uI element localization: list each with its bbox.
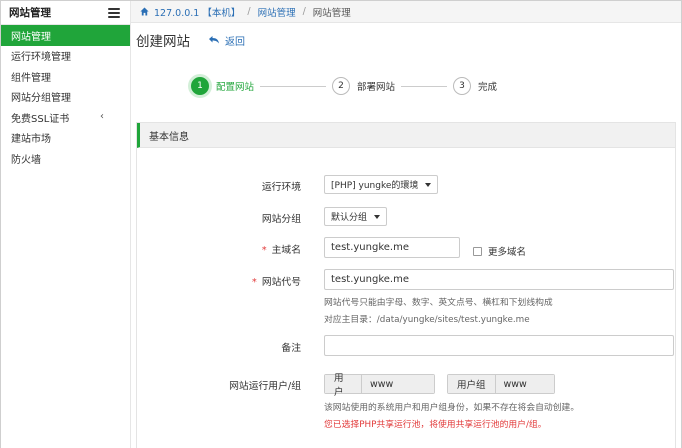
remark-label: 备注 xyxy=(281,343,301,354)
site-code-label-text: 网站代号 xyxy=(261,277,301,288)
caret-down-icon xyxy=(374,214,381,219)
site-root-hint: 对应主目录：/data/yungke/sites/test.yungke.me xyxy=(324,315,530,325)
more-domains-label: 更多域名 xyxy=(488,247,527,258)
remark-input[interactable] xyxy=(324,335,674,356)
group-input[interactable] xyxy=(495,375,554,393)
group-label: 网站分组 xyxy=(261,214,301,225)
more-domains-checkbox[interactable]: 更多域名 xyxy=(473,244,526,258)
run-user-label: 网站运行用户/组 xyxy=(229,381,301,392)
breadcrumb-host[interactable]: 127.0.0.1 【本机】 xyxy=(154,5,240,19)
step-configure: 1 配置网站 xyxy=(191,77,254,95)
sidebar-item-components[interactable]: 组件管理 xyxy=(1,66,130,87)
user-input[interactable] xyxy=(362,375,434,393)
sidebar-item-ssl[interactable]: 免费SSL证书 ‹ xyxy=(1,107,130,128)
user-field: 用户 xyxy=(324,373,435,398)
step-number: 3 xyxy=(453,77,472,95)
runtime-label: 运行环境 xyxy=(261,182,301,193)
step-number: 2 xyxy=(332,77,351,95)
breadcrumb-section[interactable]: 网站管理 xyxy=(258,5,296,19)
site-code-input[interactable] xyxy=(324,269,674,290)
domain-label-text: 主域名 xyxy=(271,245,301,256)
sidebar-item-site-groups[interactable]: 网站分组管理 xyxy=(1,87,130,108)
sidebar-title: 网站管理 xyxy=(9,7,51,19)
group-prefix: 用户组 xyxy=(448,375,496,393)
sidebar-item-site-management[interactable]: 网站管理 xyxy=(1,25,130,46)
step-connector xyxy=(260,85,327,87)
menu-toggle-icon[interactable] xyxy=(108,7,120,18)
page-header: 创建网站 返回 xyxy=(136,30,245,50)
checkbox-box[interactable] xyxy=(473,246,482,256)
runtime-value: [PHP] yungke的環境 xyxy=(331,181,419,191)
sidebar-item-label: 网站分组管理 xyxy=(11,93,71,105)
step-label: 完成 xyxy=(478,82,498,93)
group-value: 默认分组 xyxy=(331,213,368,223)
domain-input[interactable] xyxy=(324,237,460,258)
back-label: 返回 xyxy=(225,36,245,48)
site-code-hint: 网站代号只能由字母、数字、英文点号、横杠和下划线构成 xyxy=(324,298,553,308)
breadcrumb-current: 网站管理 xyxy=(312,7,351,19)
domain-label: * 主域名 xyxy=(262,242,301,256)
breadcrumb: 127.0.0.1 【本机】 / 网站管理 / 网站管理 xyxy=(131,1,681,23)
required-mark: * xyxy=(261,245,267,256)
home-icon xyxy=(140,7,149,16)
step-label: 配置网站 xyxy=(216,82,255,93)
sidebar-item-runtime[interactable]: 运行环境管理 xyxy=(1,46,130,67)
sidebar-item-firewall[interactable]: 防火墙 xyxy=(1,148,130,169)
caret-down-icon xyxy=(425,182,432,187)
step-indicator: 1 配置网站 2 部署网站 3 完成 xyxy=(191,77,497,95)
sidebar-item-label: 运行环境管理 xyxy=(11,52,71,64)
runtime-select[interactable]: [PHP] yungke的環境 xyxy=(324,175,439,194)
shared-pool-warning: 您已选择PHP共享运行池，将使用共享运行池的用户/组。 xyxy=(324,420,547,430)
sidebar-item-label: 建站市场 xyxy=(11,134,51,146)
back-button[interactable]: 返回 xyxy=(208,33,245,48)
back-arrow-icon xyxy=(209,36,219,44)
step-label: 部署网站 xyxy=(357,82,396,93)
sidebar-item-label: 免费SSL证书 xyxy=(11,113,70,125)
group-field: 用户组 xyxy=(447,374,555,394)
group-select[interactable]: 默认分组 xyxy=(324,207,388,226)
sidebar: 网站管理 网站管理 运行环境管理 组件管理 网站分组管理 免费SSL证书 ‹ 建站… xyxy=(1,1,131,448)
sidebar-item-label: 网站管理 xyxy=(11,31,51,43)
user-prefix: 用户 xyxy=(325,373,362,398)
required-mark: * xyxy=(251,277,257,288)
site-code-label: * 网站代号 xyxy=(252,274,301,288)
panel-title: 基本信息 xyxy=(137,123,675,148)
step-connector xyxy=(401,85,448,87)
sidebar-header: 网站管理 xyxy=(1,1,130,25)
basic-info-panel: 基本信息 运行环境 [PHP] yungke的環境 网站分组 默认分组 * 主域名… xyxy=(136,122,676,448)
step-deploy: 2 部署网站 xyxy=(332,77,395,95)
run-user-hint: 该网站使用的系统用户和用户组身份，如果不存在将会自动创建。 xyxy=(324,403,580,413)
main-content: 127.0.0.1 【本机】 / 网站管理 / 网站管理 创建网站 返回 1 配… xyxy=(131,1,681,448)
breadcrumb-separator: / xyxy=(247,6,251,17)
step-number: 1 xyxy=(191,77,209,95)
chevron-left-icon: ‹ xyxy=(100,111,104,122)
sidebar-item-label: 组件管理 xyxy=(11,72,51,84)
breadcrumb-separator: / xyxy=(302,6,306,17)
page-title: 创建网站 xyxy=(136,34,190,50)
sidebar-item-label: 防火墙 xyxy=(11,154,41,166)
sidebar-item-market[interactable]: 建站市场 xyxy=(1,128,130,149)
step-finish: 3 完成 xyxy=(453,77,497,95)
